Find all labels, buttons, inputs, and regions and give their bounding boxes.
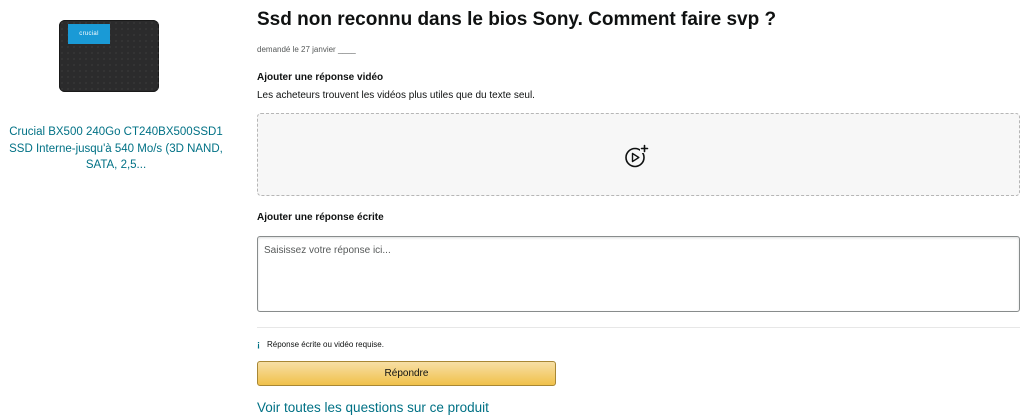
info-icon: ¡ [257, 339, 260, 349]
written-answer-heading: Ajouter une réponse écrite [257, 212, 384, 223]
video-upload-dropzone[interactable] [257, 113, 1020, 196]
asked-date: demandé le 27 janvier ____ [257, 45, 356, 54]
qa-answer-page: crucial Crucial BX500 240Go CT240BX500SS… [0, 0, 1024, 417]
question-title: Ssd non reconnu dans le bios Sony. Comme… [257, 9, 777, 30]
video-answer-heading: Ajouter une réponse vidéo [257, 72, 384, 83]
see-all-questions-link[interactable]: Voir toutes les questions sur ce produit [257, 400, 489, 415]
video-answer-subtext: Les acheteurs trouvent les vidéos plus u… [257, 90, 535, 101]
requirement-note: ¡ Réponse écrite ou vidéo requise. [257, 339, 384, 349]
video-add-icon[interactable] [623, 142, 651, 170]
product-title-link[interactable]: Crucial BX500 240Go CT240BX500SSD1 SSD I… [0, 124, 232, 174]
respond-button[interactable]: Répondre [257, 361, 556, 386]
divider [257, 327, 1020, 328]
product-image[interactable]: crucial [59, 20, 159, 92]
product-brand-label: crucial [68, 24, 110, 44]
requirement-note-text: Réponse écrite ou vidéo requise. [267, 339, 384, 349]
answer-textarea[interactable] [257, 236, 1020, 312]
